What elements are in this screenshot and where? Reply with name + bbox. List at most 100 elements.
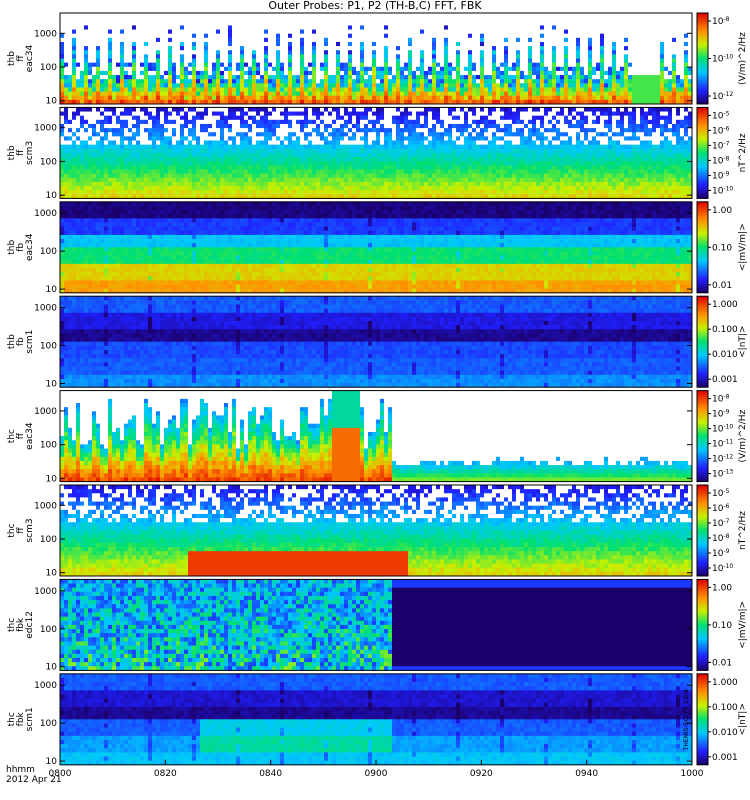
y-tick-label: 10	[46, 569, 58, 579]
time-tick-label: 0820	[154, 769, 177, 779]
panel-label: thcfbkscm1	[7, 707, 35, 731]
colorbar-unit-label: <|nT|>	[738, 703, 748, 735]
colorbar-tick-label: 10-7	[712, 518, 730, 529]
y-tick-label: 100	[40, 157, 57, 167]
panel-label: thbfbscm1	[7, 330, 35, 354]
colorbar-tick-label: 10-13	[712, 469, 733, 480]
colorbar-tick-label: 10-10	[712, 185, 733, 196]
colorbar-unit-label: <|nT|>	[738, 326, 748, 358]
y-tick-label: 100	[40, 247, 57, 257]
colorbar-tick-label: 0.010	[712, 350, 738, 360]
time-tick-label: 0900	[365, 769, 388, 779]
colorbar-tick-label: 10-7	[712, 140, 730, 151]
colorbar-tick-label: 10-9	[712, 170, 730, 181]
colorbar	[697, 13, 708, 104]
colorbar-tick-label: 10-5	[712, 488, 730, 499]
colorbar	[697, 107, 708, 198]
y-tick-label: 10	[46, 474, 58, 484]
colorbar	[697, 296, 708, 387]
panel-label: thcffeac34	[7, 422, 35, 450]
panel-thb_ff_scm3: 1000 100 10 thbffscm3 10-5 10-6 10-7 10-8 10-9 10…	[7, 107, 748, 201]
time-tick-label: 0800	[49, 769, 72, 779]
y-tick-label: 1000	[34, 29, 57, 39]
y-tick-label: 100	[40, 441, 57, 451]
colorbar-tick-label: 10-12	[712, 454, 733, 465]
y-tick-label: 1000	[34, 681, 57, 691]
colorbar	[697, 391, 708, 482]
colorbar-tick-label: 10-10	[712, 424, 733, 435]
panel-thb_ff_eac34: 100010010thbffeac3410-810-1010-12(V/m)^2…	[7, 13, 748, 107]
colorbar-tick-label: 0.100	[712, 703, 738, 713]
y-tick-label: 10	[46, 285, 58, 295]
panels-group: 1000 100 10 thbffeac34 10-8 10-10 10-12 (V/m)^2…	[7, 13, 748, 767]
y-tick-label: 1000	[34, 501, 57, 511]
colorbar-tick-label: 10-8	[712, 16, 730, 27]
panel-thc_ff_scm3: 1000 100 10 thcffscm3 10-5 10-6 10-7 10-8 10-9 10…	[7, 485, 748, 579]
colorbar-unit-label: nT^2/Hz	[738, 511, 748, 550]
panel-label: thcfbkedc12	[7, 611, 35, 639]
colorbar-tick-label: 10-11	[712, 439, 733, 450]
colorbar-tick-label: 0.001	[712, 753, 738, 763]
time-axis-label-hhmm: hhmm	[6, 765, 35, 775]
y-tick-label: 100	[40, 63, 57, 73]
colorbar-tick-label: 0.10	[712, 621, 732, 631]
colorbar-unit-label: (V/m)^2/Hz	[738, 409, 748, 462]
colorbar-tick-label: 10-6	[712, 503, 730, 514]
colorbar-tick-label: 0.01	[712, 658, 732, 668]
y-tick-label: 100	[40, 535, 57, 545]
panel-label: thbffscm3	[7, 141, 35, 165]
colorbar-tick-label: 10-8	[712, 394, 730, 405]
panel-thb_fb_eac34: 1000 100 10 thbfbeac34 1.00 0.10 0.01 <|mV/m|>	[7, 202, 748, 295]
colorbar-unit-label: <|mV/m|>	[738, 601, 748, 649]
y-tick-label: 100	[40, 342, 57, 352]
y-tick-label: 100	[40, 719, 57, 729]
colorbar-tick-label: 0.10	[712, 243, 732, 253]
time-tick-label: 0940	[575, 769, 598, 779]
colorbar-tick-label: 10-10	[712, 563, 733, 574]
colorbar	[697, 674, 708, 765]
colorbar-unit-label: (V/m)^2/Hz	[738, 32, 748, 85]
colorbar-tick-label: 10-9	[712, 409, 730, 420]
y-tick-label: 10	[46, 380, 58, 390]
y-tick-label: 1000	[34, 209, 57, 219]
colorbar-tick-label: 1.000	[712, 300, 738, 310]
time-tick-label: 0920	[470, 769, 493, 779]
time-tick-label: 1000	[681, 769, 704, 779]
colorbar-tick-label: 0.010	[712, 728, 738, 738]
panel-label: thcffscm3	[7, 518, 35, 542]
colorbar-tick-label: 10-8	[712, 155, 730, 166]
colorbar	[697, 485, 708, 576]
colorbar-tick-label: 0.01	[712, 281, 732, 291]
colorbar-unit-label: <|mV/m|>	[738, 223, 748, 271]
panel-thb_fb_scm1: 1000 100 10 thbfbscm1 1.000 0.100 0.010 0.001 <|…	[7, 296, 748, 389]
colorbar-tick-label: 10-9	[712, 548, 730, 559]
y-tick-label: 10	[46, 757, 58, 767]
colorbar-unit-label: nT^2/Hz	[738, 133, 748, 172]
colorbar-tick-label: 10-6	[712, 125, 730, 136]
panel-label: thbffeac34	[7, 45, 35, 73]
panel-thc_fb_scm1: 1000 100 10 thcfbkscm1 1.000 0.100 0.010 0.001 <…	[7, 674, 748, 767]
footer-note: THEMIS-SCI PT 1.0.4	[683, 689, 690, 751]
colorbar-tick-label: 10-5	[712, 110, 730, 121]
colorbar-tick-label: 0.001	[712, 375, 738, 385]
panel-label: thbfbeac34	[7, 233, 35, 261]
y-tick-label: 10	[46, 97, 58, 107]
colorbar-tick-label: 1.00	[712, 206, 732, 216]
y-tick-label: 1000	[34, 304, 57, 314]
y-tick-label: 1000	[34, 407, 57, 417]
colorbar	[697, 202, 708, 293]
colorbar-tick-label: 10-8	[712, 533, 730, 544]
colorbar	[697, 579, 708, 670]
panel-thc_ff_eac34: 1000 100 10 thcffeac34 10-8 10-9 10-10 10-11 10-…	[7, 391, 748, 485]
spectrogram-figure: 1000 100 10 thbffeac34 10-8 10-10 10-12 (V/m)^2…	[0, 0, 750, 800]
y-tick-label: 1000	[34, 124, 57, 134]
colorbar-tick-label: 10-10	[712, 54, 733, 65]
y-tick-label: 10	[46, 663, 58, 673]
y-tick-label: 10	[46, 191, 58, 201]
y-tick-label: 1000	[34, 587, 57, 597]
colorbar-tick-label: 0.100	[712, 325, 738, 335]
colorbar-tick-label: 1.000	[712, 678, 738, 688]
colorbar-tick-label: 1.00	[712, 583, 732, 593]
time-tick-label: 0840	[259, 769, 282, 779]
y-tick-label: 100	[40, 625, 57, 635]
